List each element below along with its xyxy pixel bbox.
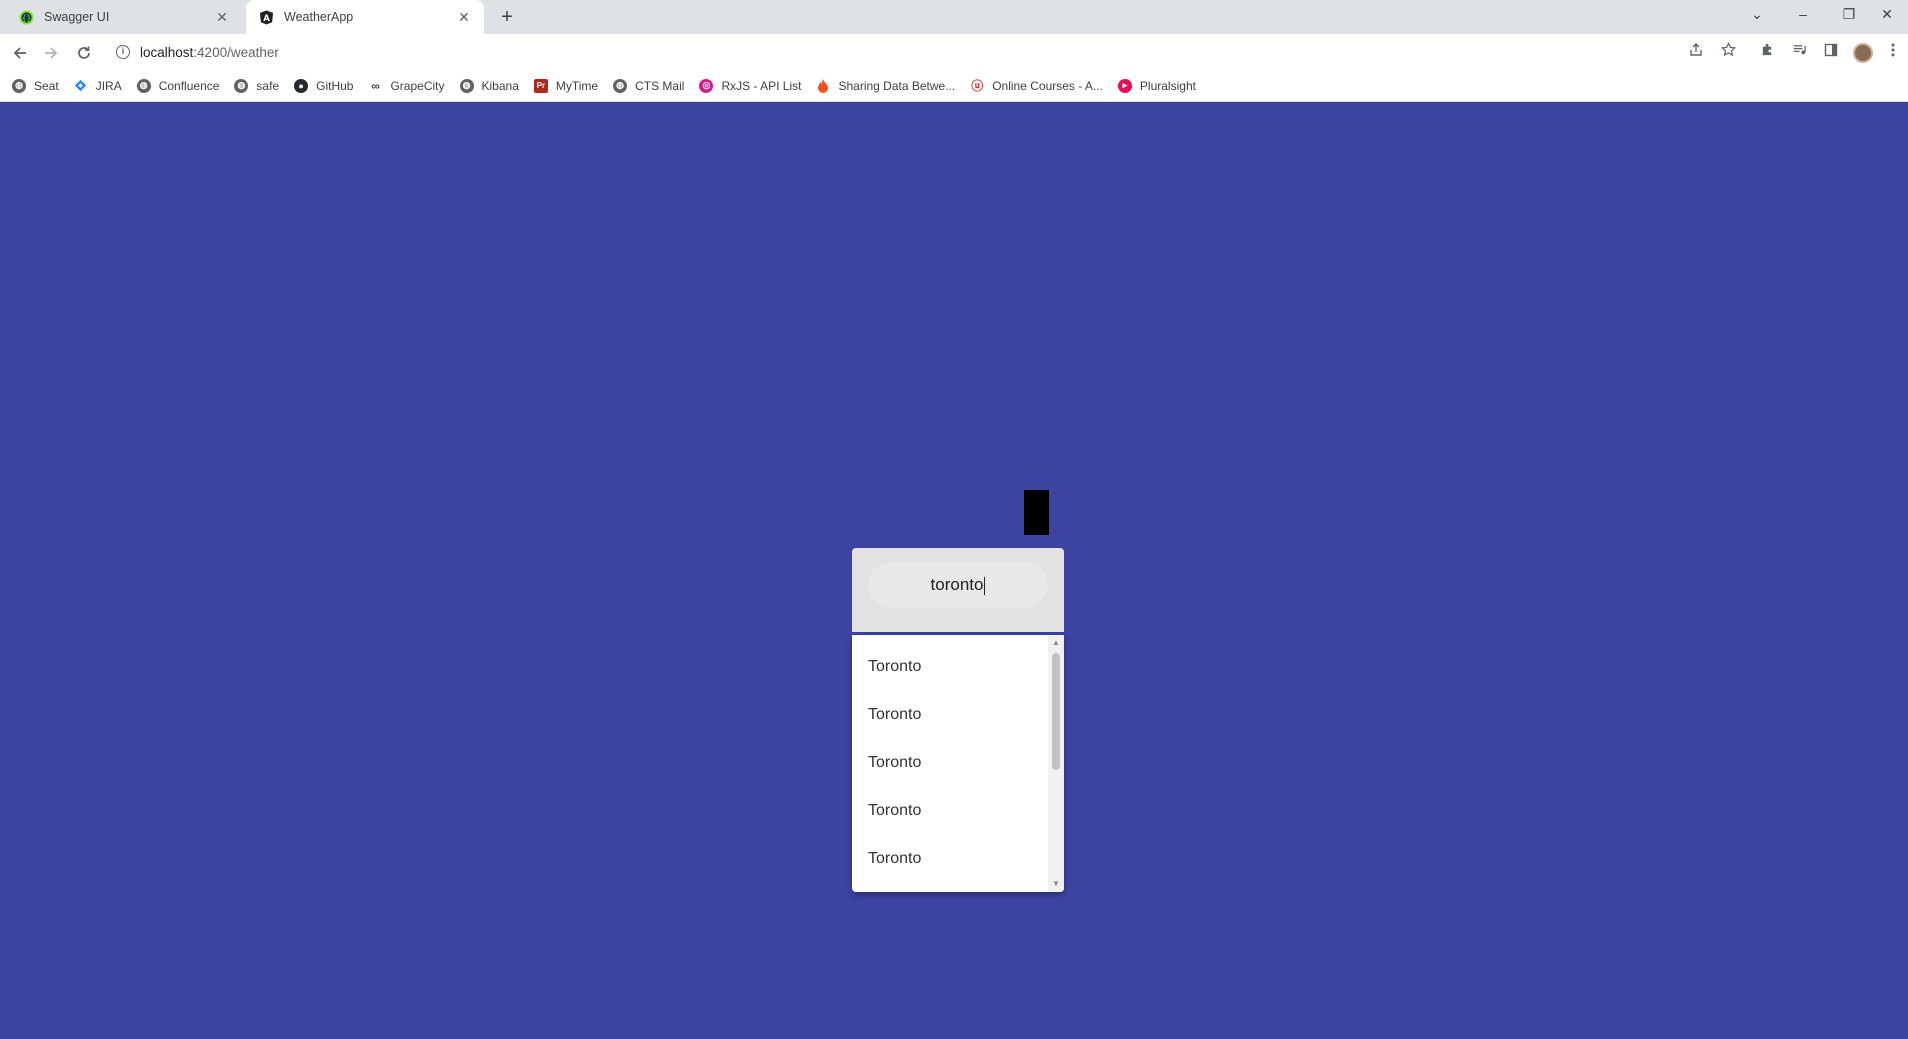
profile-avatar[interactable]	[1853, 43, 1873, 63]
bookmark-label: Sharing Data Betwe...	[838, 78, 956, 93]
browser-tab-strip: {} Swagger UI ✕ A WeatherApp ✕ + ⌄ – ❐ ✕	[0, 0, 1908, 34]
forward-button[interactable]	[39, 41, 63, 65]
close-icon[interactable]: ✕	[456, 9, 472, 25]
pluralsight-icon: ▸	[1117, 78, 1132, 93]
city-search-card: toronto	[852, 548, 1064, 634]
autocomplete-option[interactable]: Toronto	[852, 739, 1048, 787]
github-icon: ●	[294, 78, 309, 93]
tab-title: Swagger UI	[44, 10, 110, 24]
bookmark-kibana[interactable]: ◍ Kibana	[459, 78, 519, 93]
bookmark-label: CTS Mail	[635, 78, 685, 93]
globe-icon: ◍	[613, 78, 628, 93]
app-viewport: toronto Toronto Toronto Toronto Toronto …	[0, 102, 1908, 1039]
reload-icon	[78, 46, 90, 59]
bookmark-rxjs[interactable]: ◎ RxJS - API List	[699, 78, 802, 93]
bookmark-grapecity[interactable]: ∞ GrapeCity	[368, 79, 444, 93]
tab-weatherapp[interactable]: A WeatherApp ✕	[246, 0, 484, 34]
media-control-icon[interactable]	[1789, 42, 1809, 62]
bookmark-confluence[interactable]: ◍ Confluence	[136, 78, 220, 93]
scroll-down-icon[interactable]: ▼	[1052, 880, 1060, 888]
address-bar[interactable]: i localhost:4200/weather	[108, 37, 1718, 67]
bookmark-label: Seat	[34, 78, 59, 93]
back-arrow-icon	[13, 47, 26, 59]
jira-icon	[74, 79, 88, 93]
swagger-icon: {}	[18, 9, 34, 25]
scroll-up-icon[interactable]: ▲	[1052, 639, 1060, 647]
bookmark-label: GrapeCity	[390, 78, 445, 93]
mytime-icon: Pr	[533, 78, 548, 93]
reload-button[interactable]	[72, 41, 96, 65]
browser-menu-icon[interactable]	[1886, 42, 1900, 62]
bookmark-label: Kibana	[481, 78, 519, 93]
bookmark-label: GitHub	[316, 78, 354, 93]
svg-text:A: A	[263, 12, 270, 22]
share-icon[interactable]	[1686, 42, 1706, 62]
back-button[interactable]	[8, 41, 32, 65]
bookmark-label: MyTime	[555, 78, 599, 93]
bookmark-label: safe	[256, 78, 280, 93]
autocomplete-option[interactable]: Toronto	[852, 691, 1048, 739]
bookmark-label: Online Courses - A...	[992, 78, 1103, 93]
bookmark-label: Confluence	[158, 78, 220, 93]
flame-icon	[816, 78, 830, 93]
bookmarks-bar: ◍ Seat JIRA ◍ Confluence ◍ safe ● GitHub ∞ Gr…	[0, 70, 1908, 102]
dropdown-scrollbar[interactable]: ▲ ▼	[1048, 635, 1064, 892]
window-close-button[interactable]: ✕	[1866, 0, 1908, 30]
tab-swagger-ui[interactable]: {} Swagger UI ✕	[6, 0, 242, 34]
globe-icon: ◍	[12, 78, 26, 93]
globe-icon: ◍	[136, 78, 151, 93]
globe-icon: ◍	[234, 78, 249, 93]
autocomplete-option[interactable]: Toronto	[852, 643, 1048, 691]
bookmark-safe[interactable]: ◍ safe	[234, 78, 280, 93]
bookmark-cts-mail[interactable]: ◍ CTS Mail	[613, 78, 685, 93]
bookmark-sharing-data[interactable]: Sharing Data Betwe...	[816, 78, 956, 93]
svg-text:{}: {}	[21, 13, 31, 22]
forward-arrow-icon	[45, 47, 58, 59]
city-search-input[interactable]: toronto	[868, 562, 1048, 608]
side-panel-icon[interactable]	[1821, 42, 1841, 62]
close-icon[interactable]: ✕	[214, 9, 230, 25]
site-info-icon[interactable]: i	[116, 45, 130, 59]
bookmark-label: RxJS - API List	[721, 78, 802, 93]
search-input-value: toronto	[930, 575, 984, 594]
extensions-icon[interactable]	[1757, 42, 1777, 62]
bookmark-jira[interactable]: JIRA	[74, 79, 122, 93]
minimize-button[interactable]: –	[1780, 0, 1826, 30]
angular-icon: A	[258, 9, 274, 25]
autocomplete-dropdown: Toronto Toronto Toronto Toronto Toronto …	[852, 635, 1064, 892]
browser-toolbar: i localhost:4200/weather	[0, 34, 1908, 70]
new-tab-button[interactable]: +	[496, 6, 518, 28]
url-path: :4200/weather	[193, 44, 279, 60]
url-host: localhost	[140, 44, 194, 60]
bookmark-pluralsight[interactable]: ▸ Pluralsight	[1117, 78, 1196, 93]
bookmark-seat[interactable]: ◍ Seat	[12, 78, 59, 93]
autocomplete-option[interactable]: Toronto	[852, 787, 1048, 835]
rxjs-icon: ◎	[699, 78, 714, 93]
udemy-icon: ⓤ	[971, 79, 984, 93]
black-block	[1024, 490, 1049, 535]
tab-title: WeatherApp	[284, 10, 354, 24]
tab-search-button[interactable]: ⌄	[1734, 0, 1780, 30]
globe-icon: ◍	[459, 78, 474, 93]
autocomplete-option[interactable]: Toronto	[852, 835, 1048, 883]
grapecity-icon: ∞	[371, 78, 380, 93]
text-caret	[984, 576, 986, 595]
bookmark-online-courses[interactable]: ⓤ Online Courses - A...	[970, 78, 1103, 94]
bookmark-github[interactable]: ● GitHub	[294, 78, 354, 93]
bookmark-label: JIRA	[95, 78, 122, 93]
scrollbar-thumb[interactable]	[1052, 653, 1060, 770]
bookmark-label: Pluralsight	[1139, 78, 1196, 93]
bookmark-star-icon[interactable]	[1718, 41, 1738, 62]
bookmark-mytime[interactable]: Pr MyTime	[533, 78, 599, 93]
address-url: localhost:4200/weather	[140, 45, 279, 60]
